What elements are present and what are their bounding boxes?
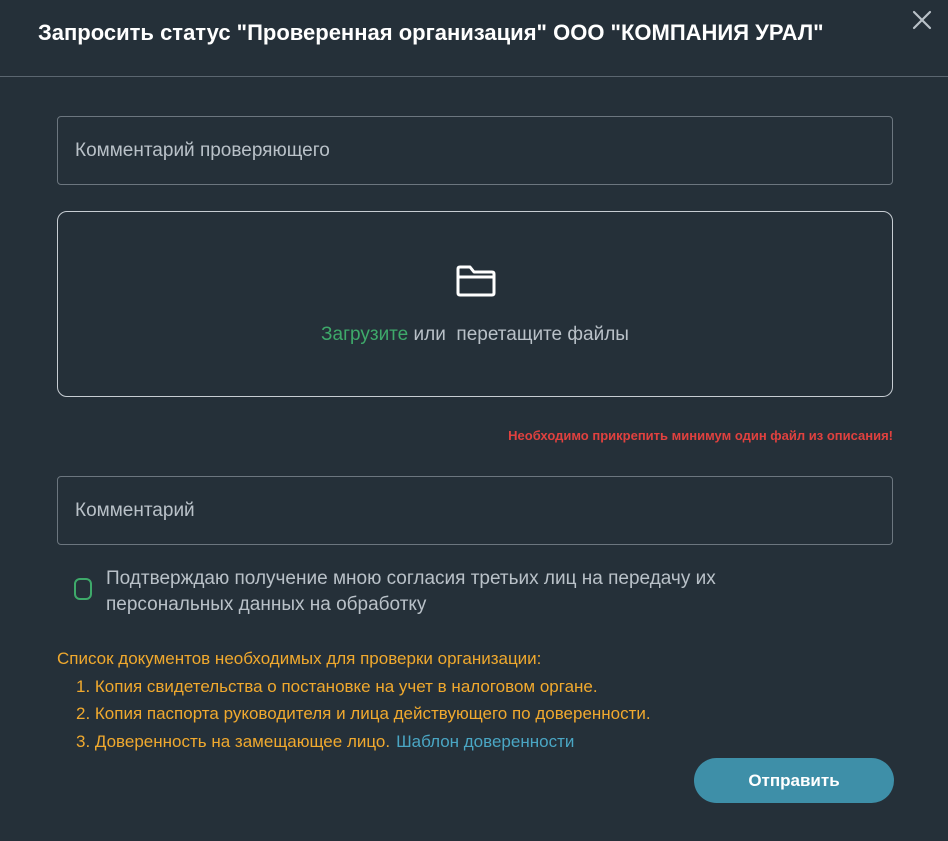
reviewer-comment-input[interactable] bbox=[58, 117, 892, 184]
reviewer-comment-field[interactable] bbox=[57, 116, 893, 185]
file-dropzone[interactable]: Загрузите или перетащите файлы bbox=[57, 211, 893, 397]
dialog-header: Запросить статус "Проверенная организаци… bbox=[0, 0, 948, 77]
consent-label: Подтверждаю получение мною согласия трет… bbox=[106, 568, 716, 615]
error-message: Необходимо прикрепить минимум один файл … bbox=[508, 428, 893, 443]
template-link[interactable]: Шаблон доверенности bbox=[396, 732, 574, 751]
consent-checkbox[interactable] bbox=[74, 578, 92, 600]
dropzone-hint: или перетащите файлы bbox=[413, 324, 629, 345]
document-item: 2. Копия паспорта руководителя и лица де… bbox=[76, 704, 651, 723]
document-item-text: 3. Доверенность на замещающее лицо. bbox=[76, 731, 391, 751]
documents-heading: Список документов необходимых для провер… bbox=[57, 649, 542, 668]
folder-icon bbox=[456, 265, 496, 297]
close-button[interactable] bbox=[908, 6, 936, 34]
dropzone-text: Загрузите или перетащите файлы bbox=[58, 324, 892, 346]
dialog-title: Запросить статус "Проверенная организаци… bbox=[38, 20, 824, 45]
comment-field[interactable] bbox=[57, 476, 893, 545]
document-item: 1. Копия свидетельства о постановке на у… bbox=[76, 676, 598, 696]
upload-link[interactable]: Загрузите bbox=[321, 324, 408, 345]
submit-button[interactable]: Отправить bbox=[694, 758, 894, 803]
documents-list: Список документов необходимых для провер… bbox=[57, 645, 651, 755]
document-item-with-link: 3. Доверенность на замещающее лицо. Шабло… bbox=[57, 728, 651, 756]
comment-input[interactable] bbox=[58, 477, 892, 544]
close-icon bbox=[912, 10, 932, 30]
